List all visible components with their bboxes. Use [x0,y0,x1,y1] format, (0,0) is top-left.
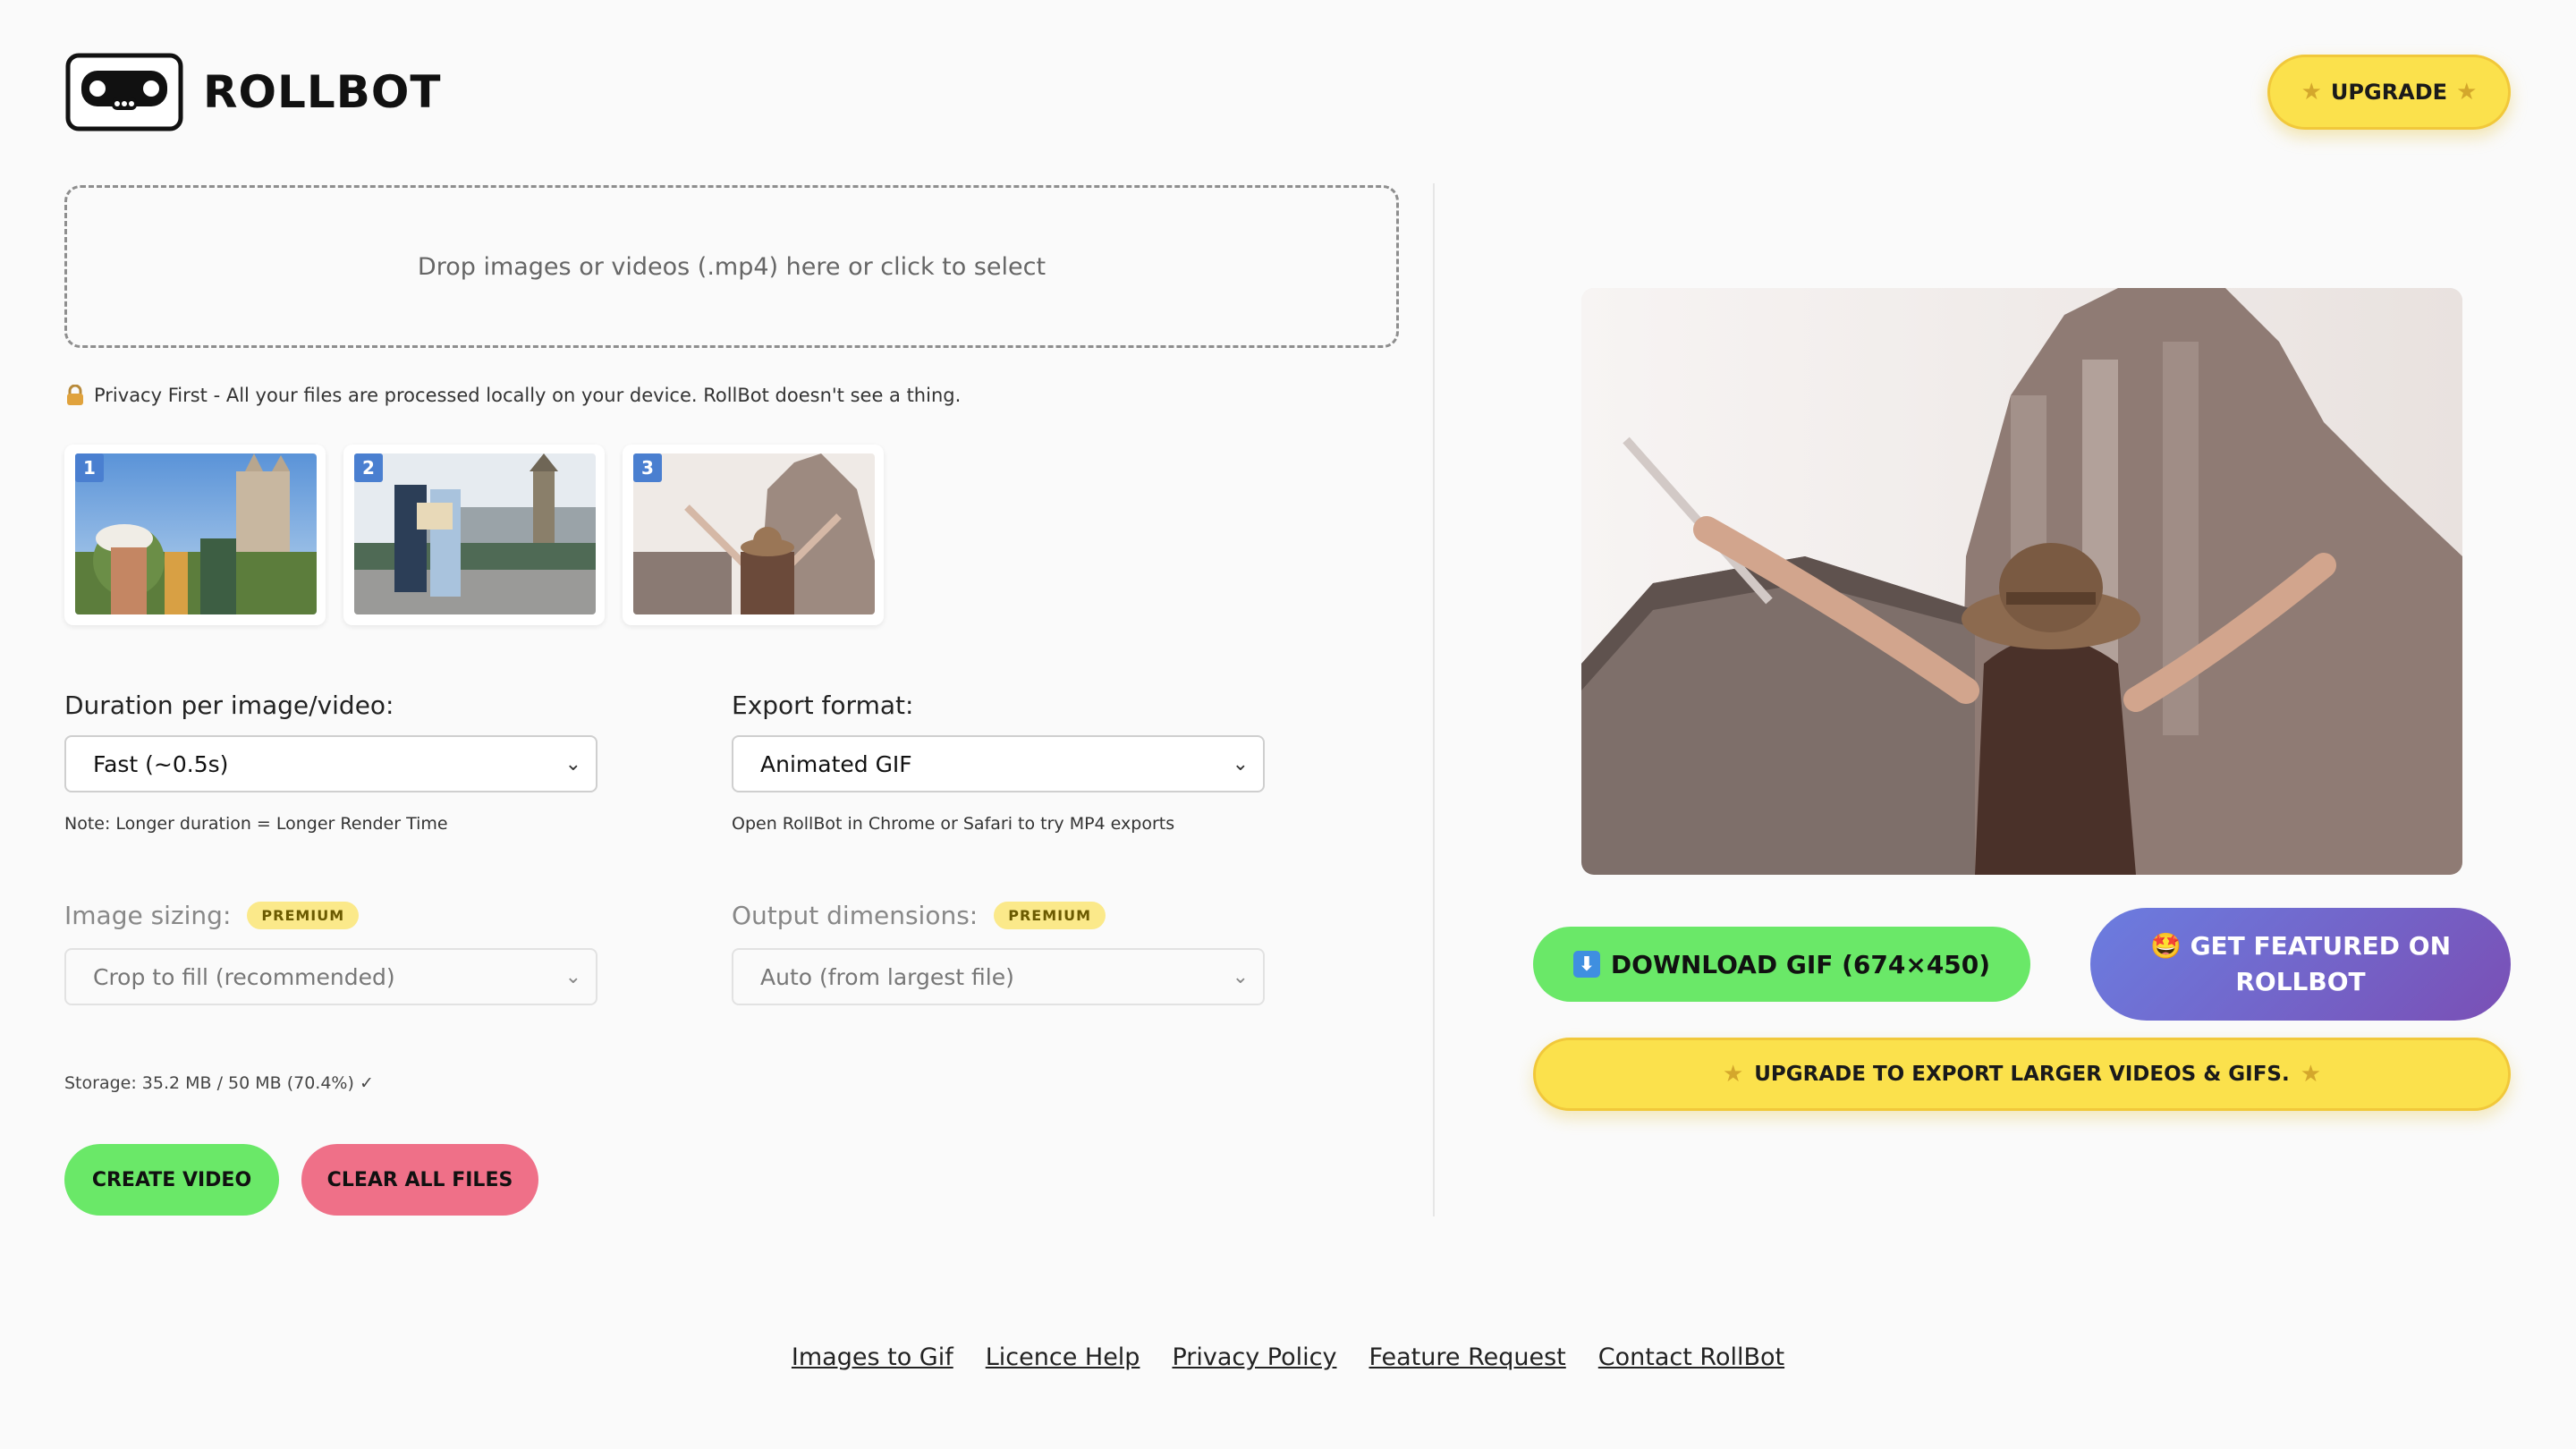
lock-icon [67,385,83,405]
clear-all-files-button[interactable]: CLEAR ALL FILES [301,1144,538,1216]
upgrade-export-label: UPGRADE TO EXPORT LARGER VIDEOS & GIFS. [1754,1063,2290,1086]
gamepad-logo-icon [65,53,183,131]
format-select-value: Animated GIF [760,750,912,777]
footer-link-contact[interactable]: Contact RollBot [1598,1343,1784,1371]
get-featured-button[interactable]: 🤩 GET FEATURED ON ROLLBOT [2090,908,2511,1021]
star-icon: ★ [1722,1061,1744,1088]
dimensions-label-row: Output dimensions: PREMIUM [732,901,1106,930]
thumbnail-image [75,453,317,614]
privacy-text: Privacy First - All your files are proce… [94,385,962,406]
sizing-select-value: Crop to fill (recommended) [93,963,395,990]
download-arrow-icon: ⬇ [1572,951,1600,978]
dropzone-text: Drop images or videos (.mp4) here or cli… [417,252,1046,281]
featured-line-2: ROLLBOT [2235,967,2366,996]
page: ROLLBOT ★ UPGRADE ★ Drop images or video… [0,0,2576,1449]
thumbnail-image [633,453,875,614]
format-select[interactable]: Animated GIF ⌄ [732,735,1265,792]
footer-links: Images to Gif Licence Help Privacy Polic… [0,1343,2576,1371]
create-video-button[interactable]: CREATE VIDEO [64,1144,279,1216]
thumbnail-index-badge: 1 [75,453,104,482]
chevron-down-icon: ⌄ [564,965,581,988]
sizing-label-row: Image sizing: PREMIUM [64,901,360,930]
gif-preview-image [1581,288,2462,875]
upgrade-export-button[interactable]: ★ UPGRADE TO EXPORT LARGER VIDEOS & GIFS… [1533,1038,2511,1111]
star-icon: ★ [2301,79,2322,106]
thumbnail-item[interactable]: 3 [623,445,884,625]
footer-link-feature-request[interactable]: Feature Request [1368,1343,1565,1371]
premium-badge: PREMIUM [247,902,360,929]
chevron-down-icon: ⌄ [564,752,581,775]
column-divider [1433,183,1435,1216]
download-label: DOWNLOAD GIF (674×450) [1610,949,1991,979]
star-icon: ★ [2300,1061,2322,1088]
duration-select-value: Fast (~0.5s) [93,750,229,777]
download-gif-button[interactable]: ⬇ DOWNLOAD GIF (674×450) [1533,927,2030,1002]
sizing-label: Image sizing: [64,901,232,930]
thumbnail-index-badge: 3 [633,453,662,482]
storage-status: Storage: 35.2 MB / 50 MB (70.4%) ✓ [64,1073,374,1093]
upgrade-label: UPGRADE [2330,80,2448,105]
upgrade-button[interactable]: ★ UPGRADE ★ [2267,55,2511,130]
thumbnail-index-badge: 2 [354,453,383,482]
duration-note: Note: Longer duration = Longer Render Ti… [64,814,448,834]
thumbnail-item[interactable]: 2 [343,445,605,625]
brand-name: ROLLBOT [203,66,442,118]
dimensions-select-value: Auto (from largest file) [760,963,1014,990]
premium-badge: PREMIUM [994,902,1106,929]
chevron-down-icon: ⌄ [1232,752,1249,775]
brand[interactable]: ROLLBOT [65,53,441,131]
sizing-select[interactable]: Crop to fill (recommended) ⌄ [64,948,597,1005]
footer-link-images-to-gif[interactable]: Images to Gif [792,1343,953,1371]
thumbnail-list: 1 2 3 [64,445,884,625]
duration-select[interactable]: Fast (~0.5s) ⌄ [64,735,597,792]
privacy-note: Privacy First - All your files are proce… [65,385,961,406]
thumbnail-image [354,453,596,614]
dimensions-label: Output dimensions: [732,901,979,930]
star-icon: ★ [2456,79,2478,106]
chevron-down-icon: ⌄ [1232,965,1249,988]
duration-label: Duration per image/video: [64,691,394,720]
format-note: Open RollBot in Chrome or Safari to try … [732,814,1175,834]
format-label: Export format: [732,691,914,720]
thumbnail-item[interactable]: 1 [64,445,326,625]
dimensions-select[interactable]: Auto (from largest file) ⌄ [732,948,1265,1005]
footer-link-licence-help[interactable]: Licence Help [986,1343,1140,1371]
featured-line-1: 🤩 GET FEATURED ON [2149,931,2452,961]
file-dropzone[interactable]: Drop images or videos (.mp4) here or cli… [64,185,1399,348]
footer-link-privacy-policy[interactable]: Privacy Policy [1172,1343,1336,1371]
